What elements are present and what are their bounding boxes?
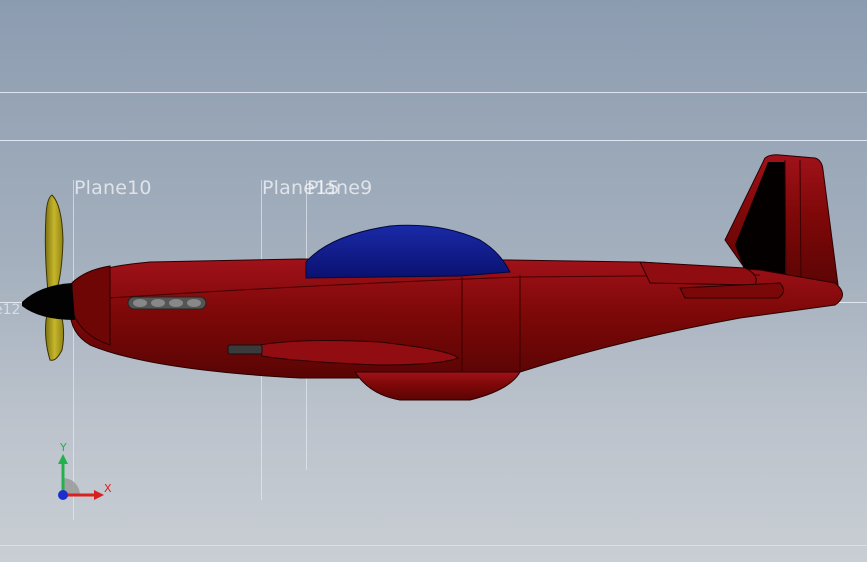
plane9-label[interactable]: Plane9 [307,177,372,199]
exhaust-stacks [127,296,207,310]
propeller-blade-upper [44,194,64,293]
triad-y-label: Y [59,441,67,454]
graphics-viewport[interactable]: Plane10 Plane15 Plane9 e12 Y X [0,0,867,562]
propeller-spinner [22,283,75,320]
horizontal-stabilizer [639,261,757,286]
belly-scoop [354,371,521,401]
canopy [305,224,511,279]
gun-barrel [227,344,263,355]
aircraft-model[interactable] [0,0,867,562]
plane10-label[interactable]: Plane10 [74,177,152,199]
view-orientation-triad: Y X [58,441,112,500]
plane-edge-label-fragment: e12 [0,302,21,318]
triad-x-label: X [104,482,112,495]
